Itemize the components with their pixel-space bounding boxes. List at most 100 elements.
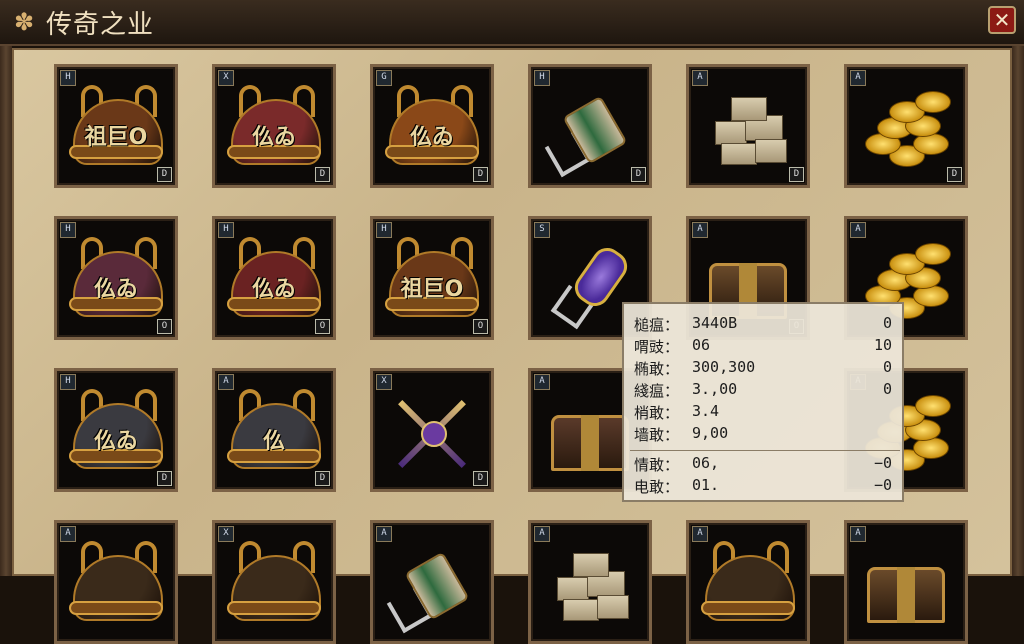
inventory-slot[interactable]: X bbox=[212, 520, 336, 644]
inventory-slot[interactable]: A bbox=[370, 520, 494, 644]
helmet-icon: 仫ゐ bbox=[69, 385, 163, 479]
stat-label: 墙敢： bbox=[634, 426, 680, 444]
slot-corner-badge: D bbox=[315, 167, 330, 182]
helmet-icon: 仫ゐ bbox=[227, 81, 321, 175]
stat-label: 綫瘟： bbox=[634, 382, 680, 400]
inventory-slot[interactable]: H 仫ゐ O bbox=[54, 216, 178, 340]
stat-extra: 10 bbox=[873, 336, 892, 354]
inventory-slot[interactable]: HD bbox=[528, 64, 652, 188]
stone-icon bbox=[543, 537, 637, 631]
stat-value: 3.,00 bbox=[692, 380, 738, 398]
tooltip-row: 槌瘟： 3440B 0 bbox=[634, 314, 896, 336]
stat-extra: 0 bbox=[882, 380, 892, 398]
stat-value: 06, bbox=[692, 454, 720, 472]
stat-extra: 0 bbox=[882, 314, 892, 332]
stone-block bbox=[597, 595, 629, 619]
stat-label: 电敢： bbox=[634, 478, 680, 496]
helmet-rim bbox=[227, 601, 321, 615]
helmet-icon: 仫ゐ bbox=[385, 81, 479, 175]
helmet-emblem: 仫ゐ bbox=[409, 125, 454, 150]
slot-corner-badge: D bbox=[631, 167, 646, 182]
helmet-icon bbox=[701, 537, 795, 631]
slot-corner-badge: D bbox=[473, 167, 488, 182]
helmet-rim bbox=[701, 601, 795, 615]
helmet-icon bbox=[69, 537, 163, 631]
inventory-slot[interactable]: AD bbox=[844, 64, 968, 188]
tooltip-row: 梢敢： 3.4 bbox=[634, 402, 896, 424]
slot-corner-badge: O bbox=[473, 319, 488, 334]
staff-icon bbox=[385, 385, 479, 479]
helmet-rim bbox=[69, 601, 163, 615]
item-tooltip: 槌瘟： 3440B 0 喟豉： 06 10 椭敢： 300,300 0 綫瘟： … bbox=[622, 302, 904, 502]
staff-gem bbox=[421, 421, 447, 447]
coin bbox=[915, 395, 951, 417]
stat-label: 情敢： bbox=[634, 456, 680, 474]
helmet-emblem: 祖巨O bbox=[84, 125, 148, 150]
slot-corner-badge: D bbox=[947, 167, 962, 182]
helmet-icon: 祖巨O bbox=[69, 81, 163, 175]
stat-label: 喟豉： bbox=[634, 338, 680, 356]
slot-corner-badge: O bbox=[315, 319, 330, 334]
stat-value: 3440B bbox=[692, 314, 738, 332]
coins-icon bbox=[859, 81, 953, 175]
inventory-slot[interactable]: A bbox=[844, 520, 968, 644]
coin bbox=[915, 243, 951, 265]
coin bbox=[915, 91, 951, 113]
slot-corner-badge: D bbox=[157, 471, 172, 486]
title-bar: ✽ 传奇之业 ✕ bbox=[0, 0, 1024, 46]
stat-value: 06 bbox=[692, 336, 711, 354]
slot-corner-badge: D bbox=[157, 167, 172, 182]
close-icon: ✕ bbox=[993, 8, 1011, 32]
chest-icon bbox=[859, 537, 953, 631]
tooltip-row: 墙敢： 9,00 bbox=[634, 424, 896, 446]
inventory-slot[interactable]: H 祖巨O D bbox=[54, 64, 178, 188]
inventory-slot[interactable]: H 祖巨O O bbox=[370, 216, 494, 340]
stone-block bbox=[731, 97, 767, 121]
bag-icon bbox=[543, 81, 637, 178]
stat-extra: 0 bbox=[882, 358, 892, 376]
tooltip-row: 綫瘟： 3.,00 0 bbox=[634, 380, 896, 402]
stat-label: 梢敢： bbox=[634, 404, 680, 422]
tooltip-divider bbox=[630, 450, 900, 451]
tooltip-row: 电敢： 01. −0 bbox=[634, 476, 896, 498]
helmet-icon: 仫 bbox=[227, 385, 321, 479]
inventory-slot[interactable]: G 仫ゐ D bbox=[370, 64, 494, 188]
inventory-slot[interactable]: XD bbox=[370, 368, 494, 492]
close-button[interactable]: ✕ bbox=[988, 6, 1016, 34]
tooltip-row: 情敢： 06, −0 bbox=[634, 454, 896, 476]
stone-block bbox=[573, 553, 609, 577]
stone-block bbox=[557, 577, 589, 601]
window-title: 传奇之业 bbox=[46, 10, 155, 40]
inventory-slot[interactable]: A bbox=[686, 520, 810, 644]
inventory-slot[interactable]: A仫D bbox=[212, 368, 336, 492]
inventory-slot[interactable]: A bbox=[528, 520, 652, 644]
helmet-emblem: 仫ゐ bbox=[93, 429, 138, 454]
fan-icon: ✽ bbox=[13, 8, 35, 36]
helmet-emblem: 仫ゐ bbox=[251, 277, 296, 302]
stone-icon bbox=[701, 81, 795, 175]
stat-value: 9,00 bbox=[692, 424, 729, 442]
stat-value: 3.4 bbox=[692, 402, 720, 420]
helmet-emblem: 仫ゐ bbox=[251, 125, 296, 150]
slot-corner-badge: D bbox=[315, 471, 330, 486]
stone-block bbox=[563, 599, 599, 621]
helmet-icon: 仫ゐ bbox=[227, 233, 321, 327]
helmet-emblem: 仫ゐ bbox=[93, 277, 138, 302]
tooltip-row: 喟豉： 06 10 bbox=[634, 336, 896, 358]
frame-right bbox=[1012, 44, 1024, 576]
slot-corner-badge: O bbox=[157, 319, 172, 334]
inventory-slot[interactable]: X 仫ゐ D bbox=[212, 64, 336, 188]
inventory-slot[interactable]: A bbox=[54, 520, 178, 644]
stat-value: 01. bbox=[692, 476, 720, 494]
stat-label: 槌瘟： bbox=[634, 316, 680, 334]
helmet-emblem: 祖巨O bbox=[400, 277, 464, 302]
chest-band bbox=[897, 567, 915, 623]
stone-block bbox=[755, 139, 787, 163]
slot-corner-badge: D bbox=[473, 471, 488, 486]
stone-block bbox=[715, 121, 747, 145]
inventory-slot[interactable]: H 仫ゐ O bbox=[212, 216, 336, 340]
helmet-icon: 仫ゐ bbox=[69, 233, 163, 327]
inventory-slot[interactable]: H 仫ゐ D bbox=[54, 368, 178, 492]
inventory-slot[interactable]: AD bbox=[686, 64, 810, 188]
tooltip-row: 椭敢： 300,300 0 bbox=[634, 358, 896, 380]
